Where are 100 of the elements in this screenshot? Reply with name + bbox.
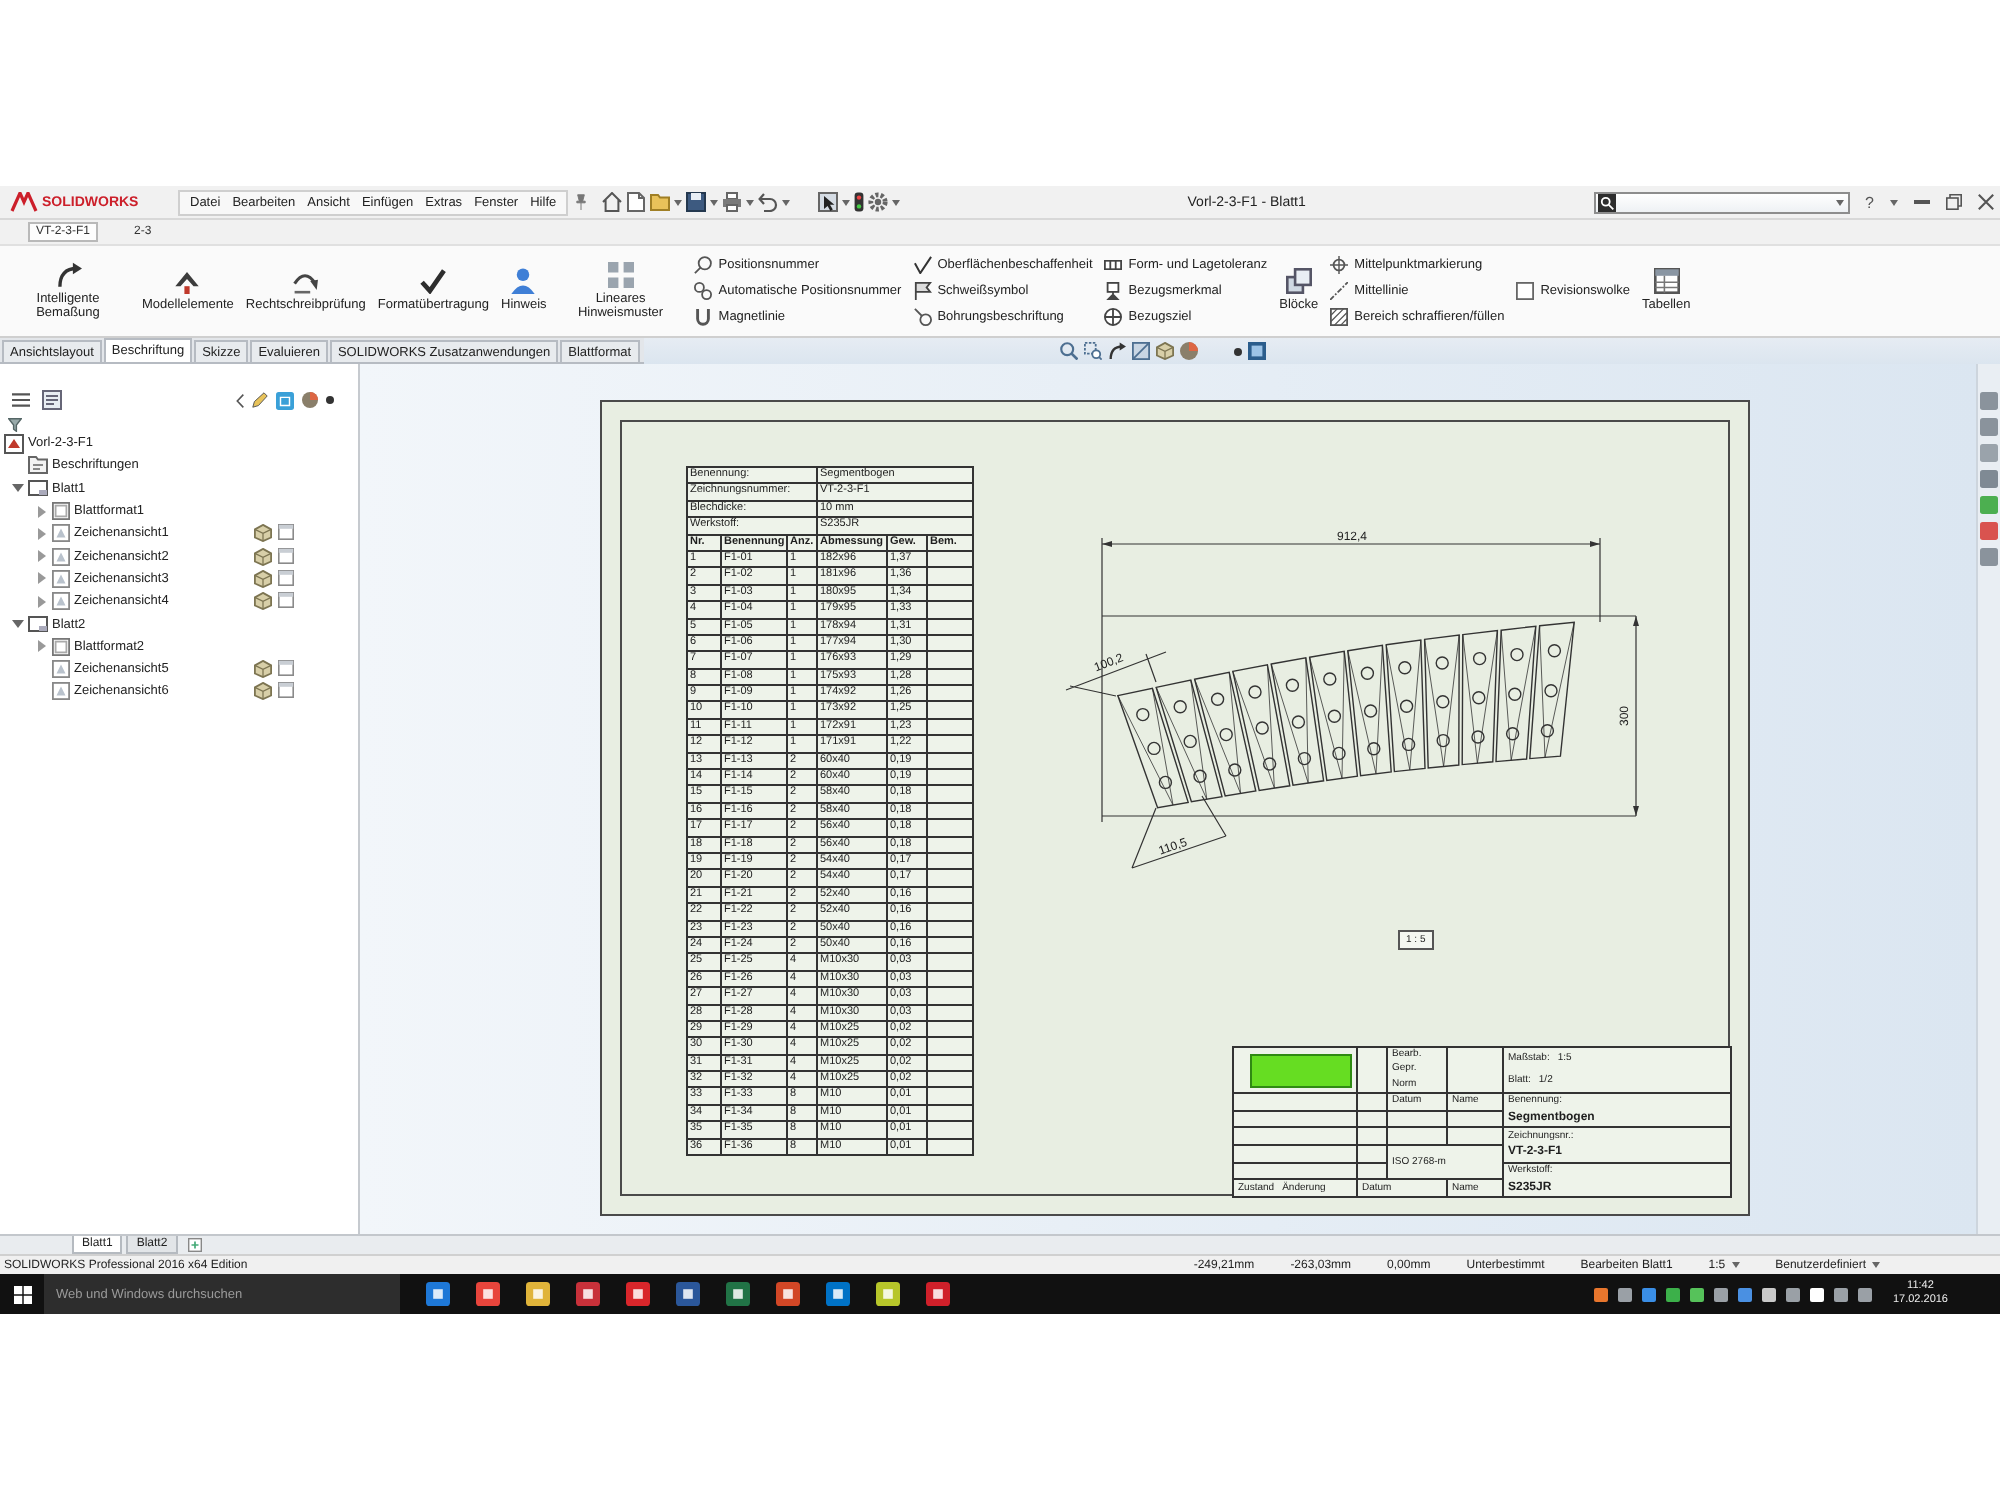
logo-block	[1250, 1053, 1352, 1087]
app-tile-icon[interactable]	[575, 1282, 599, 1306]
tray-icon[interactable]	[1714, 1287, 1729, 1301]
caret-icon[interactable]	[892, 199, 901, 205]
tile-icon[interactable]	[1980, 496, 1998, 514]
tile-icon[interactable]	[1980, 392, 1998, 410]
home-icon[interactable]	[602, 192, 623, 212]
display-style-icon[interactable]	[1247, 342, 1266, 360]
caret-icon[interactable]	[37, 572, 45, 585]
traffic-light-icon[interactable]	[854, 192, 865, 212]
square-icon	[1516, 282, 1535, 300]
caret-icon[interactable]	[11, 620, 23, 629]
window-icon	[278, 682, 294, 699]
app-tile-icon[interactable]	[425, 1282, 449, 1306]
plus-icon[interactable]	[187, 1238, 202, 1252]
tray-icon[interactable]	[1810, 1287, 1825, 1301]
document-icon[interactable]	[626, 192, 647, 212]
tile-icon[interactable]	[1980, 522, 1998, 540]
caret-icon[interactable]	[674, 199, 683, 205]
tile-icon[interactable]	[1980, 418, 1998, 436]
title-block-cell	[1358, 1146, 1388, 1164]
box-icon[interactable]	[276, 391, 294, 409]
pencil-icon[interactable]	[252, 392, 268, 408]
app-tile-icon[interactable]	[725, 1282, 749, 1306]
sheet-format-icon	[52, 502, 70, 521]
tray-icon[interactable]	[1594, 1287, 1609, 1301]
pie-icon[interactable]	[302, 392, 318, 408]
app-tile-icon[interactable]	[775, 1282, 799, 1306]
caret-icon[interactable]	[11, 484, 23, 493]
app-tile-icon[interactable]	[875, 1282, 899, 1306]
gear-icon[interactable]	[868, 192, 889, 212]
cursor-box-icon[interactable]	[818, 192, 839, 212]
curve-arrow-icon	[55, 261, 81, 288]
tick-icon	[420, 268, 447, 295]
balloon-icon	[694, 256, 713, 274]
app-tile-icon[interactable]	[475, 1282, 499, 1306]
dot-icon[interactable]	[326, 396, 334, 404]
window-icon	[278, 660, 294, 677]
section-icon[interactable]	[1131, 342, 1150, 360]
hatch-icon	[1330, 308, 1349, 326]
window-icon	[278, 524, 294, 541]
tray-icon[interactable]	[1738, 1287, 1753, 1301]
chevron-left-icon[interactable]	[236, 393, 244, 407]
caret-icon[interactable]	[1872, 1262, 1880, 1268]
cube-icon[interactable]	[1155, 342, 1174, 360]
view-icon	[52, 660, 70, 679]
tray-icon[interactable]	[1858, 1287, 1873, 1301]
cube-icon	[254, 682, 272, 701]
pin-icon[interactable]	[576, 194, 587, 210]
caret-icon[interactable]	[1731, 1262, 1740, 1268]
tray-icon[interactable]	[1690, 1287, 1705, 1301]
cube-icon	[254, 660, 272, 679]
undo-arrow-icon[interactable]	[758, 192, 779, 212]
caret-icon[interactable]	[37, 550, 45, 563]
chevron-icon	[174, 268, 201, 295]
caret-icon[interactable]	[37, 527, 45, 540]
app-tile-icon[interactable]	[925, 1282, 949, 1306]
caret-icon[interactable]	[782, 199, 791, 205]
caret-icon[interactable]	[842, 199, 851, 205]
app-tile-icon[interactable]	[625, 1282, 649, 1306]
windows-logo-icon[interactable]	[13, 1285, 31, 1303]
close-icon[interactable]	[1978, 194, 1994, 210]
grid-icon	[607, 261, 634, 288]
app-tile-icon[interactable]	[825, 1282, 849, 1306]
zoom-box-icon[interactable]	[1083, 342, 1102, 360]
balloons-icon	[694, 282, 713, 300]
caret-icon[interactable]	[37, 640, 45, 653]
pie-icon[interactable]	[1179, 342, 1198, 360]
caret-icon[interactable]	[37, 595, 45, 608]
tile-icon[interactable]	[1980, 444, 1998, 462]
printer-icon[interactable]	[722, 192, 743, 212]
tile-icon[interactable]	[1980, 470, 1998, 488]
list-icon[interactable]	[12, 392, 30, 408]
folder-icon[interactable]	[650, 192, 671, 212]
curve-arrow-icon[interactable]	[1107, 342, 1126, 360]
tile-icon[interactable]	[1980, 548, 1998, 566]
property-icon[interactable]	[42, 390, 62, 410]
tray-icon[interactable]	[1618, 1287, 1633, 1301]
search-field[interactable]	[1593, 191, 1850, 213]
window-icon	[278, 569, 294, 586]
dot-icon[interactable]	[1233, 347, 1242, 355]
frame-icon	[1104, 260, 1123, 270]
view-icon	[52, 682, 70, 701]
app-tile-icon[interactable]	[675, 1282, 699, 1306]
caret-icon[interactable]	[710, 199, 719, 205]
tray-icon[interactable]	[1762, 1287, 1777, 1301]
help-button[interactable]: ?	[1865, 193, 1874, 211]
tray-icon[interactable]	[1786, 1287, 1801, 1301]
caret-icon[interactable]	[37, 505, 45, 518]
caret-icon[interactable]	[746, 199, 755, 205]
tray-icon[interactable]	[1834, 1287, 1849, 1301]
app-tile-icon[interactable]	[525, 1282, 549, 1306]
magnifier-icon[interactable]	[1059, 342, 1078, 360]
table-icon	[1653, 268, 1680, 295]
tray-icon[interactable]	[1666, 1287, 1681, 1301]
restore-icon[interactable]	[1946, 194, 1962, 210]
caret-icon[interactable]	[1890, 199, 1898, 205]
view-icon	[52, 547, 70, 566]
cube-icon	[254, 547, 272, 566]
caret-icon[interactable]	[1835, 199, 1844, 205]
